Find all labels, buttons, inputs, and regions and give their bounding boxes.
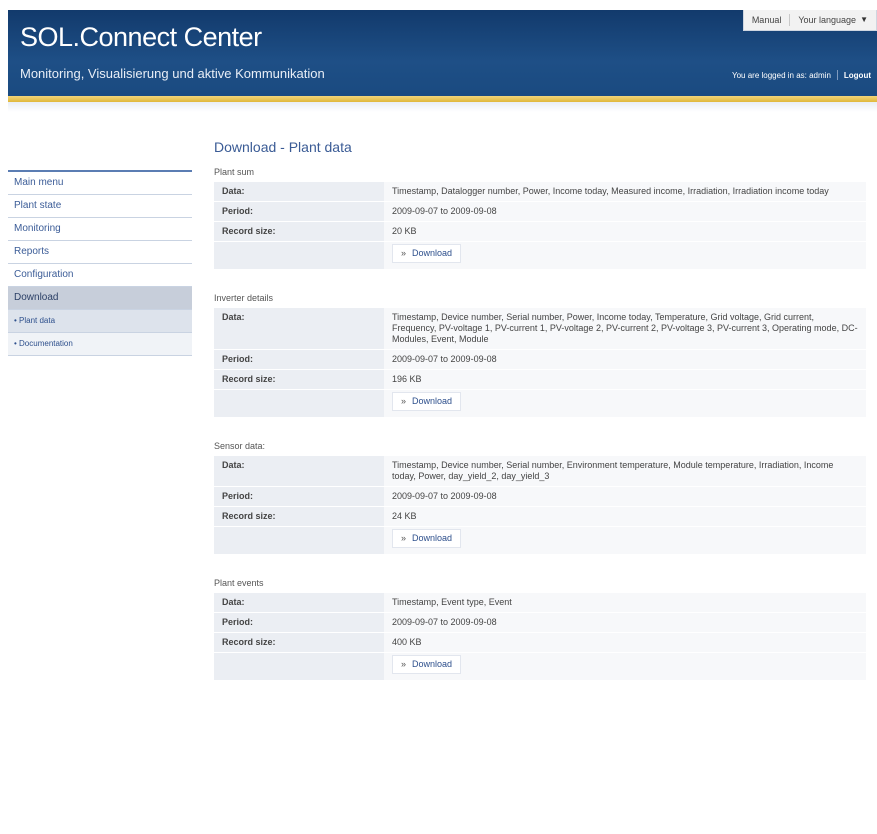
section-plant-sum: Plant sum Data: Timestamp, Datalogger num… [214, 166, 870, 270]
arrow-right-icon: » [401, 248, 407, 258]
section-title: Plant events [214, 578, 264, 588]
logout-link[interactable]: Logout [838, 71, 877, 80]
brand-title: SOL.Connect Center [20, 22, 262, 52]
row-label: Data: [214, 456, 384, 487]
row-value: 2009-09-07 to 2009-09-08 [384, 612, 866, 633]
sidebar-item-configuration[interactable]: Configuration [8, 264, 192, 287]
brand-subtitle: Monitoring, Visualisierung und aktive Ko… [20, 66, 325, 81]
table-row: Record size: 196 KB [214, 369, 866, 390]
table-row: Data: Timestamp, Datalogger number, Power… [214, 182, 866, 202]
row-value: Timestamp, Device number, Serial number,… [384, 308, 866, 350]
table-row: » Download [214, 526, 866, 555]
page-title: Download - Plant data [214, 139, 352, 155]
row-label: Data: [214, 593, 384, 613]
top-utility-bar: Manual Your language ▼ [742, 10, 877, 31]
download-button[interactable]: » Download [392, 244, 462, 263]
sidebar-subitem-plant-data[interactable]: • Plant data [8, 310, 192, 333]
row-label: Period: [214, 201, 384, 222]
row-value: 20 KB [384, 221, 866, 242]
arrow-right-icon: » [401, 659, 407, 669]
row-value: Timestamp, Datalogger number, Power, Inc… [384, 182, 866, 202]
sidebar-item-monitoring[interactable]: Monitoring [8, 218, 192, 241]
manual-link[interactable]: Manual [744, 14, 791, 26]
row-label: Record size: [214, 221, 384, 242]
chevron-down-icon: ▼ [860, 15, 868, 24]
row-label [214, 389, 384, 418]
info-table: Data: Timestamp, Datalogger number, Power… [214, 182, 866, 270]
row-value: » Download [384, 652, 866, 681]
table-row: » Download [214, 241, 866, 270]
row-label: Data: [214, 308, 384, 350]
table-row: » Download [214, 652, 866, 681]
sidebar-item-reports[interactable]: Reports [8, 241, 192, 264]
row-label: Record size: [214, 369, 384, 390]
table-row: Period: 2009-09-07 to 2009-09-08 [214, 349, 866, 370]
row-label [214, 526, 384, 555]
row-value: 2009-09-07 to 2009-09-08 [384, 349, 866, 370]
info-table: Data: Timestamp, Device number, Serial nu… [214, 308, 866, 418]
section-title: Sensor data: [214, 441, 266, 451]
row-value: 24 KB [384, 506, 866, 527]
row-value: » Download [384, 241, 866, 270]
row-value: » Download [384, 389, 866, 418]
row-value: 400 KB [384, 632, 866, 653]
row-value: » Download [384, 526, 866, 555]
table-row: Record size: 400 KB [214, 632, 866, 653]
logged-in-text: You are logged in as: admin [732, 70, 831, 80]
login-status: You are logged in as: admin Logout [726, 70, 877, 80]
section-title: Plant sum [214, 167, 255, 177]
row-label: Period: [214, 486, 384, 507]
table-row: » Download [214, 389, 866, 418]
section-title: Inverter details [214, 293, 274, 303]
row-label: Record size: [214, 506, 384, 527]
info-table: Data: Timestamp, Device number, Serial nu… [214, 456, 866, 555]
sidebar-nav: Main menu Plant state Monitoring Reports… [8, 170, 192, 356]
row-label: Data: [214, 182, 384, 202]
table-row: Data: Timestamp, Device number, Serial nu… [214, 308, 866, 350]
row-value: 2009-09-07 to 2009-09-08 [384, 486, 866, 507]
section-plant-events: Plant events Data: Timestamp, Event type,… [214, 577, 870, 681]
info-table: Data: Timestamp, Event type, Event Period… [214, 593, 866, 681]
language-select[interactable]: Your language ▼ [790, 14, 876, 26]
sidebar-subitem-documentation[interactable]: • Documentation [8, 333, 192, 356]
row-value: 2009-09-07 to 2009-09-08 [384, 201, 866, 222]
table-row: Record size: 24 KB [214, 506, 866, 527]
section-inverter-details: Inverter details Data: Timestamp, Device … [214, 292, 870, 418]
main-content: Download - Plant data Plant sum Data: Tim… [214, 138, 870, 703]
row-value: Timestamp, Device number, Serial number,… [384, 456, 866, 487]
row-label: Period: [214, 612, 384, 633]
row-value: 196 KB [384, 369, 866, 390]
table-row: Period: 2009-09-07 to 2009-09-08 [214, 201, 866, 222]
row-label [214, 241, 384, 270]
table-row: Data: Timestamp, Device number, Serial nu… [214, 456, 866, 487]
row-label: Period: [214, 349, 384, 370]
row-value: Timestamp, Event type, Event [384, 593, 866, 613]
table-row: Record size: 20 KB [214, 221, 866, 242]
download-button[interactable]: » Download [392, 529, 462, 548]
table-row: Period: 2009-09-07 to 2009-09-08 [214, 486, 866, 507]
download-button[interactable]: » Download [392, 392, 462, 411]
sidebar-item-download[interactable]: Download [8, 287, 192, 310]
section-sensor-data: Sensor data: Data: Timestamp, Device numb… [214, 440, 870, 555]
row-label [214, 652, 384, 681]
row-label: Record size: [214, 632, 384, 653]
header-shadow [8, 102, 877, 112]
sidebar-item-plant-state[interactable]: Plant state [8, 195, 192, 218]
sidebar-item-main-menu[interactable]: Main menu [8, 170, 192, 195]
download-button[interactable]: » Download [392, 655, 462, 674]
table-row: Data: Timestamp, Event type, Event [214, 593, 866, 613]
arrow-right-icon: » [401, 533, 407, 543]
arrow-right-icon: » [401, 396, 407, 406]
header-banner: SOL.Connect Center Monitoring, Visualisi… [8, 10, 877, 112]
table-row: Period: 2009-09-07 to 2009-09-08 [214, 612, 866, 633]
